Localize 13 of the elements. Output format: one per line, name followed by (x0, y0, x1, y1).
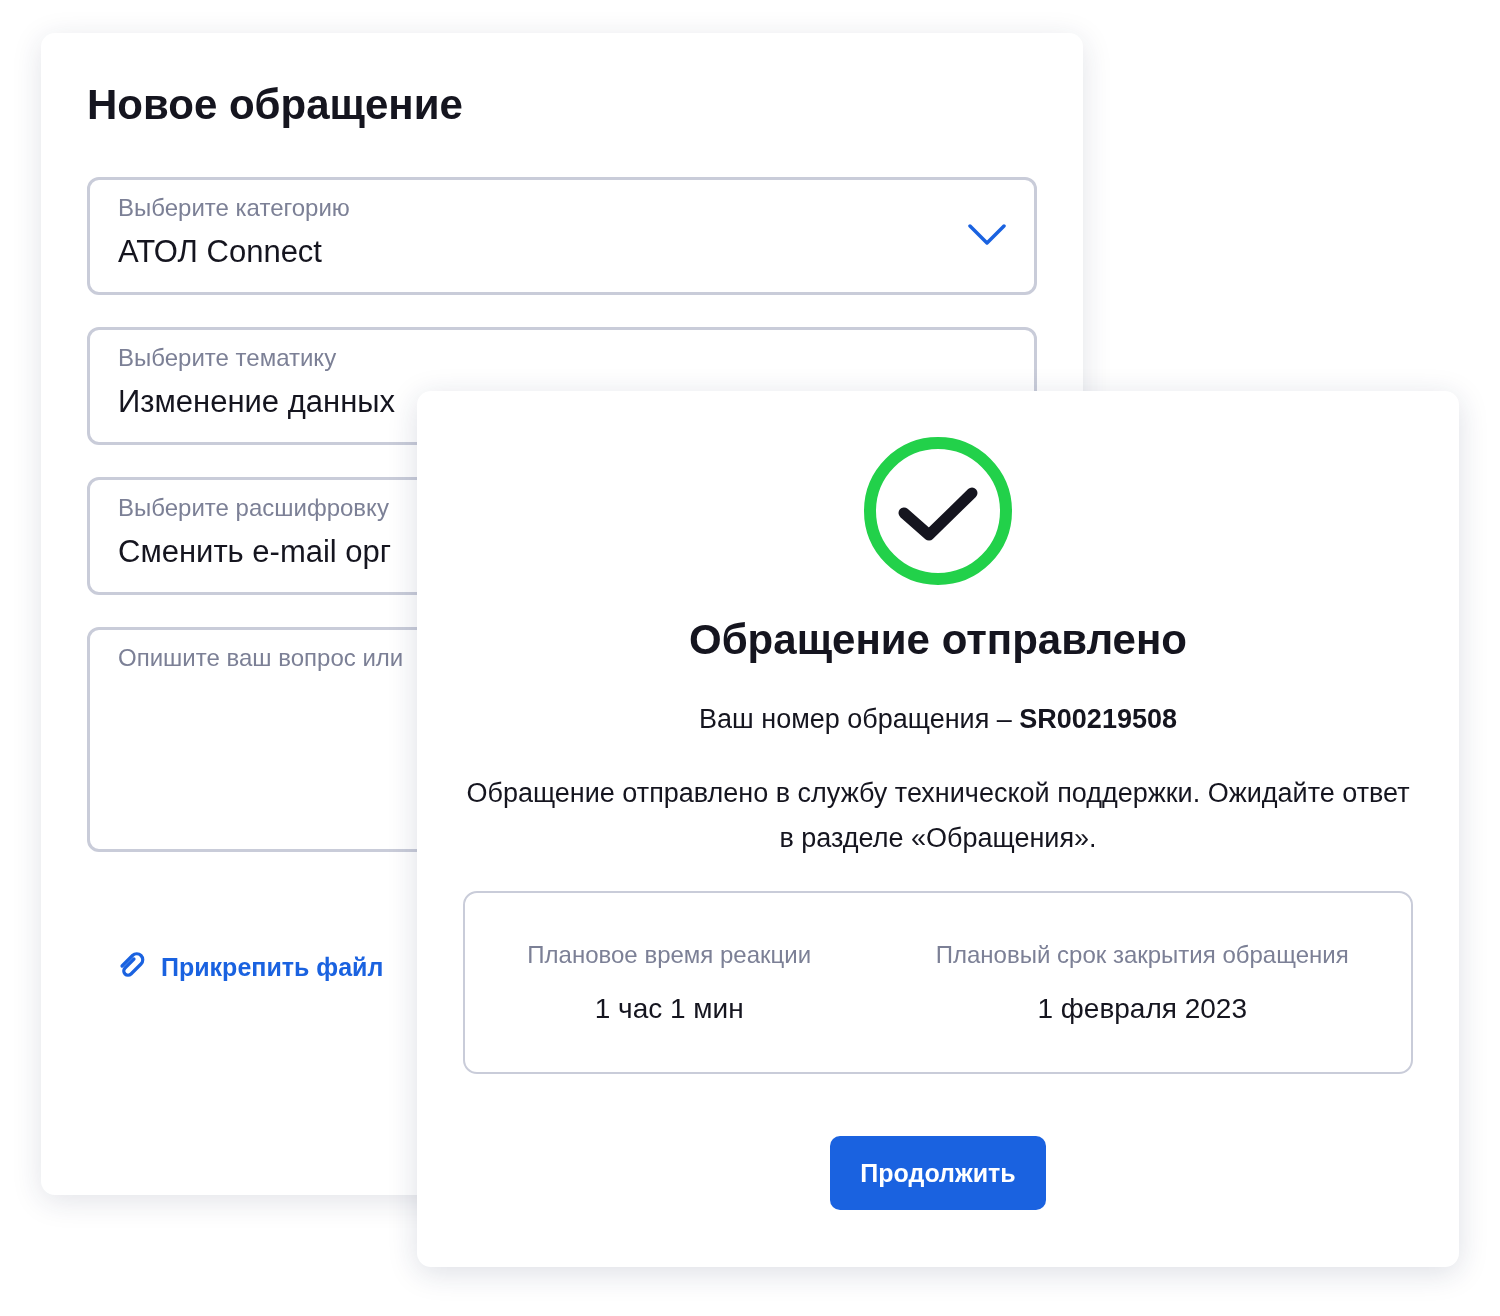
form-title: Новое обращение (87, 81, 464, 129)
request-number: Ваш номер обращения – SR00219508 (699, 704, 1177, 735)
continue-button[interactable]: Продолжить (830, 1136, 1046, 1210)
dialog-message: Обращение отправлено в службу технической поддержки. Ожидайте ответ в разделе «Обращения». (465, 777, 1411, 855)
attach-file-link[interactable]: Прикрепить файл (117, 952, 384, 982)
info-label: Плановое время реакции (527, 940, 812, 969)
info-value: 1 час 1 мин (594, 992, 744, 1025)
category-dropdown[interactable]: Выберите категорию АТОЛ Connect (87, 177, 1037, 295)
dialog-title: Обращение отправлено (689, 616, 1187, 664)
info-value: 1 февраля 2023 (1037, 992, 1247, 1025)
info-label: Плановый срок закрытия обращения (935, 940, 1349, 969)
chevron-icon (968, 224, 1006, 246)
success-check-icon (863, 436, 1013, 586)
